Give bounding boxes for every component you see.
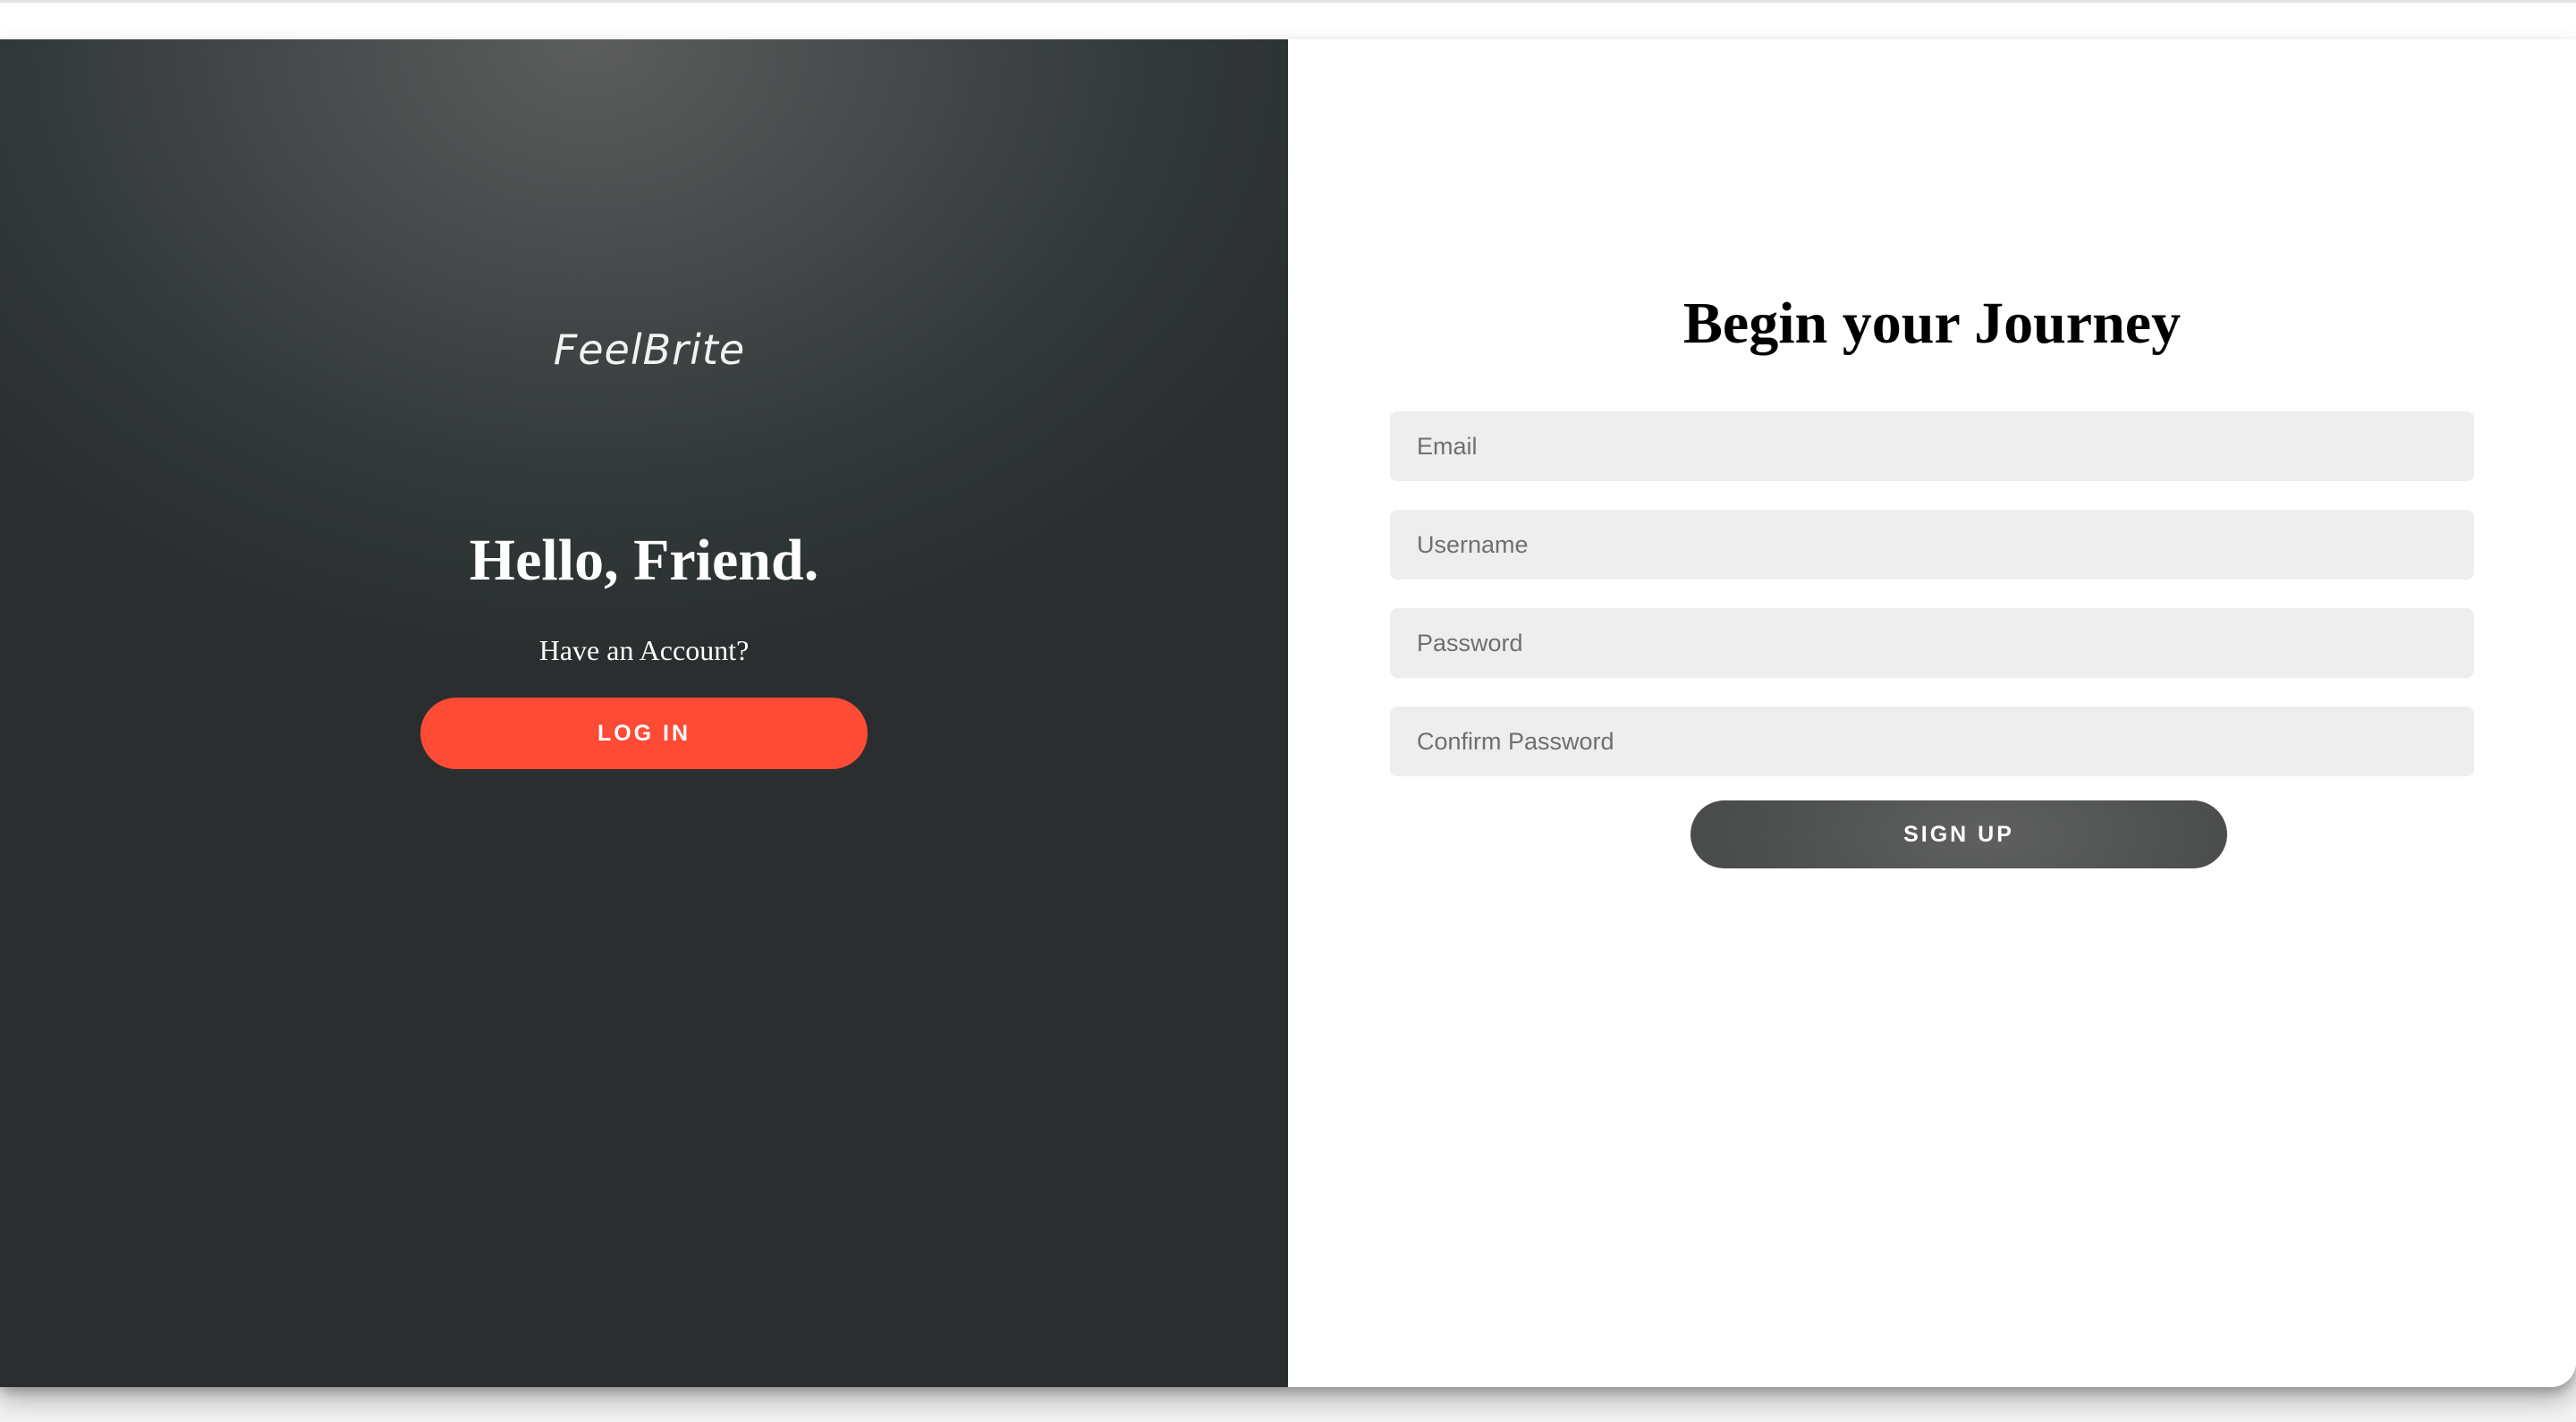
brand-logo: FeelBrite [553,326,746,374]
email-input[interactable] [1390,411,2474,481]
welcome-heading: Hello, Friend. [469,528,819,593]
auth-card: FeelBrite Hello, Friend. Have an Account… [0,39,2576,1387]
have-account-text: Have an Account? [538,634,750,666]
login-button[interactable]: LOG IN [420,698,868,769]
signup-title: Begin your Journey [1682,291,2182,356]
username-input[interactable] [1390,510,2474,580]
signup-button[interactable]: SIGN UP [1690,800,2227,868]
welcome-panel: FeelBrite Hello, Friend. Have an Account… [0,39,1288,1387]
browser-top-strip [0,0,2576,39]
confirm-password-input[interactable] [1390,707,2474,776]
signup-panel: Begin your Journey SIGN UP [1288,39,2576,1387]
password-input[interactable] [1390,608,2474,678]
